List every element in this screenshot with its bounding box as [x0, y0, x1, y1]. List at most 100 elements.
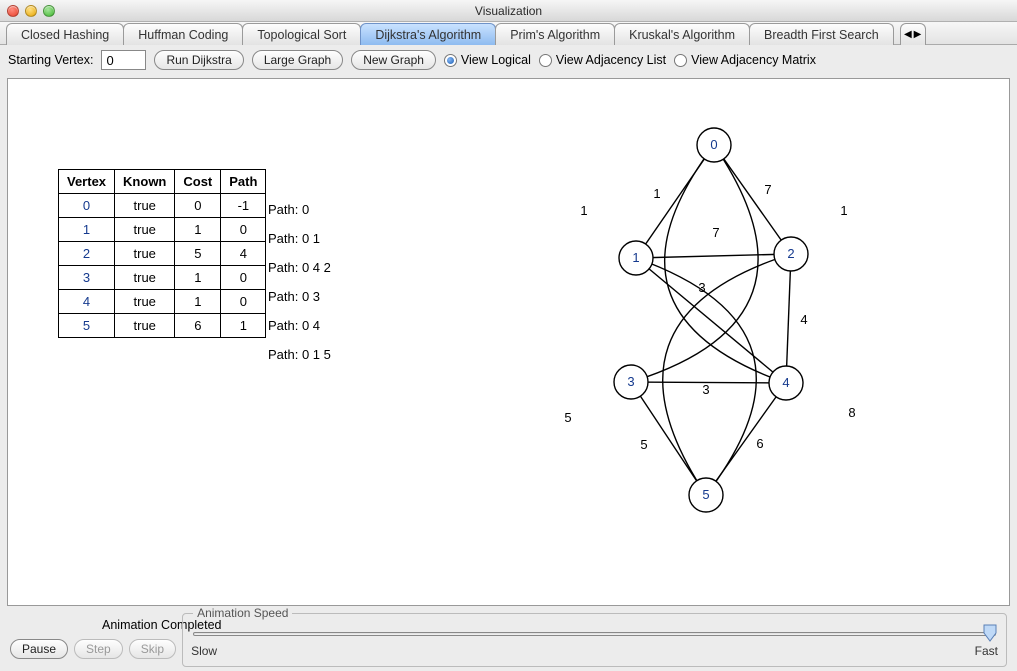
- table-cell: 4: [221, 242, 266, 266]
- new-graph-button[interactable]: New Graph: [351, 50, 436, 70]
- graph-edge: [636, 254, 791, 258]
- table-cell: 6: [175, 314, 221, 338]
- triangle-left-icon: ◀: [904, 29, 912, 40]
- skip-button[interactable]: Skip: [129, 639, 176, 659]
- tab-closed-hashing[interactable]: Closed Hashing: [6, 23, 124, 45]
- table-cell: true: [115, 290, 175, 314]
- table-row: 5true61: [59, 314, 266, 338]
- path-list: Path: 0Path: 0 1Path: 0 4 2Path: 0 3Path…: [268, 195, 331, 369]
- graph-node-label: 5: [702, 487, 709, 502]
- tab-dijkstra-s-algorithm[interactable]: Dijkstra's Algorithm: [360, 23, 496, 45]
- window-title: Visualization: [0, 4, 1017, 18]
- table-cell: true: [115, 314, 175, 338]
- graph-diagram: 177343561158012345: [8, 79, 1009, 605]
- table-cell: true: [115, 194, 175, 218]
- radio-on-icon: [444, 54, 457, 67]
- graph-node-label: 1: [632, 250, 639, 265]
- table-row: 1true10: [59, 218, 266, 242]
- table-cell: 1: [221, 314, 266, 338]
- path-text: Path: 0 1: [268, 224, 331, 253]
- table-cell: 1: [175, 290, 221, 314]
- edge-weight: 8: [848, 405, 855, 420]
- table-header: Known: [115, 170, 175, 194]
- slider-rail: [193, 632, 996, 636]
- speed-fast-label: Fast: [975, 644, 998, 658]
- animation-speed-label: Animation Speed: [193, 606, 292, 620]
- table-cell: 0: [221, 290, 266, 314]
- view-adj-list-option[interactable]: View Adjacency List: [539, 53, 666, 67]
- table-header: Cost: [175, 170, 221, 194]
- graph-edge: [665, 145, 786, 383]
- view-adj-matrix-label: View Adjacency Matrix: [691, 53, 816, 67]
- table-cell: 1: [175, 218, 221, 242]
- tab-kruskal-s-algorithm[interactable]: Kruskal's Algorithm: [614, 23, 750, 45]
- edge-weight: 5: [564, 410, 571, 425]
- edge-weight: 4: [800, 312, 807, 327]
- path-text: Path: 0: [268, 195, 331, 224]
- edge-weight: 3: [702, 382, 709, 397]
- visualization-canvas: 177343561158012345 VertexKnownCostPath 0…: [7, 78, 1010, 606]
- radio-off-icon: [539, 54, 552, 67]
- pause-button[interactable]: Pause: [10, 639, 68, 659]
- table-cell: 0: [175, 194, 221, 218]
- edge-weight: 7: [712, 225, 719, 240]
- dijkstra-table: VertexKnownCostPath 0true0-11true102true…: [58, 169, 266, 338]
- edge-weight: 1: [840, 203, 847, 218]
- tab-prim-s-algorithm[interactable]: Prim's Algorithm: [495, 23, 615, 45]
- table-row: 4true10: [59, 290, 266, 314]
- path-text: Path: 0 3: [268, 282, 331, 311]
- table-cell: 3: [59, 266, 115, 290]
- speed-slider[interactable]: [191, 624, 998, 642]
- edge-weight: 1: [653, 186, 660, 201]
- table-cell: -1: [221, 194, 266, 218]
- table-cell: 0: [221, 218, 266, 242]
- graph-edge: [786, 254, 791, 383]
- tab-breadth-first-search[interactable]: Breadth First Search: [749, 23, 894, 45]
- speed-slow-label: Slow: [191, 644, 217, 658]
- edge-weight: 1: [580, 203, 587, 218]
- tab-huffman-coding[interactable]: Huffman Coding: [123, 23, 243, 45]
- graph-edge: [636, 258, 786, 383]
- table-cell: true: [115, 266, 175, 290]
- starting-vertex-label: Starting Vertex:: [8, 53, 93, 67]
- view-adj-list-label: View Adjacency List: [556, 53, 666, 67]
- view-adj-matrix-option[interactable]: View Adjacency Matrix: [674, 53, 816, 67]
- table-cell: true: [115, 218, 175, 242]
- table-cell: 5: [175, 242, 221, 266]
- table-header: Vertex: [59, 170, 115, 194]
- graph-node-label: 4: [782, 375, 789, 390]
- table-cell: 1: [59, 218, 115, 242]
- table-cell: 4: [59, 290, 115, 314]
- tab-scroll-button[interactable]: ◀ ▶: [900, 23, 926, 45]
- graph-edge: [714, 145, 791, 254]
- animation-speed-panel: Animation Speed Slow Fast: [182, 613, 1007, 667]
- path-text: Path: 0 4: [268, 311, 331, 340]
- path-text: Path: 0 4 2: [268, 253, 331, 282]
- triangle-right-icon: ▶: [914, 29, 922, 40]
- table-cell: 2: [59, 242, 115, 266]
- step-button[interactable]: Step: [74, 639, 123, 659]
- table-cell: true: [115, 242, 175, 266]
- table-cell: 0: [221, 266, 266, 290]
- table-header: Path: [221, 170, 266, 194]
- toolbar: Starting Vertex: Run Dijkstra Large Grap…: [0, 45, 1017, 75]
- table-row: 3true10: [59, 266, 266, 290]
- edge-weight: 7: [764, 182, 771, 197]
- radio-off-icon: [674, 54, 687, 67]
- path-text: Path: 0 1 5: [268, 340, 331, 369]
- view-logical-option[interactable]: View Logical: [444, 53, 531, 67]
- graph-node-label: 3: [627, 374, 634, 389]
- bottom-bar: Pause Step Skip Animation Speed Slow Fas…: [0, 613, 1017, 671]
- table-cell: 5: [59, 314, 115, 338]
- edge-weight: 5: [640, 437, 647, 452]
- tab-topological-sort[interactable]: Topological Sort: [242, 23, 361, 45]
- large-graph-button[interactable]: Large Graph: [252, 50, 343, 70]
- tab-bar: Closed HashingHuffman CodingTopological …: [0, 22, 1017, 45]
- slider-thumb-icon[interactable]: [982, 624, 998, 642]
- table-cell: 0: [59, 194, 115, 218]
- run-dijkstra-button[interactable]: Run Dijkstra: [154, 50, 243, 70]
- table-row: 0true0-1: [59, 194, 266, 218]
- starting-vertex-input[interactable]: [101, 50, 146, 70]
- view-logical-label: View Logical: [461, 53, 531, 67]
- graph-edge: [636, 258, 756, 495]
